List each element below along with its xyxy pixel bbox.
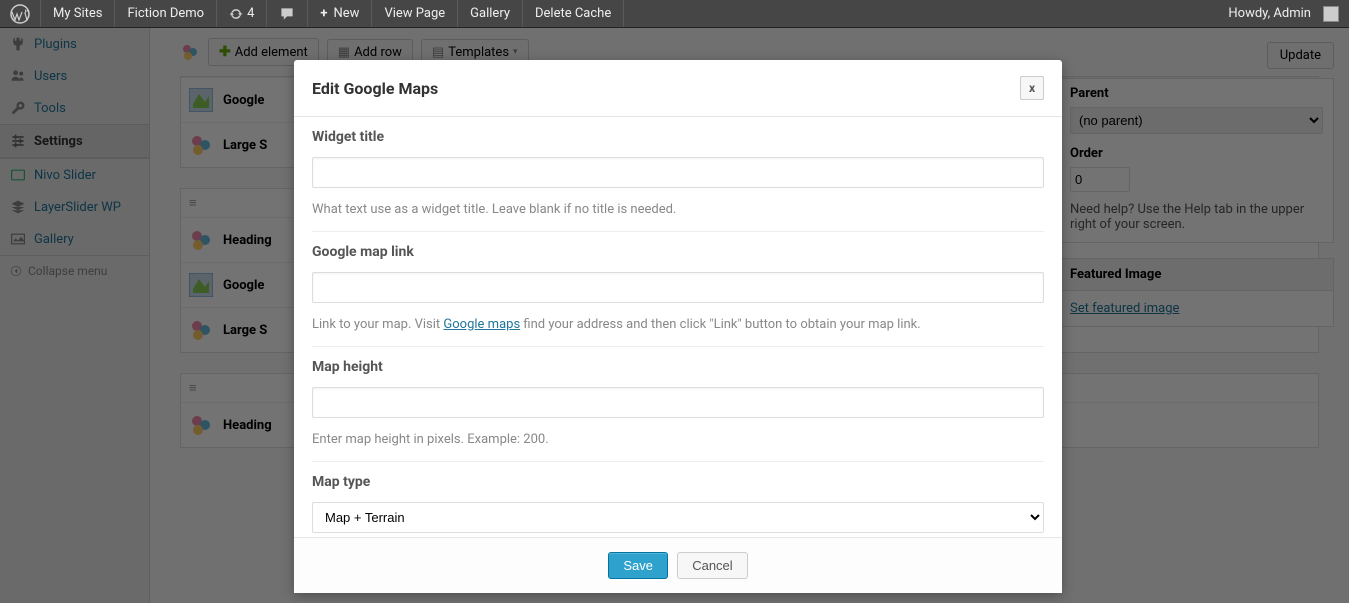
refresh-icon xyxy=(229,7,243,21)
wordpress-icon xyxy=(10,4,30,24)
map-link-field: Google map link Link to your map. Visit … xyxy=(312,244,1044,347)
map-type-field: Map type Map + Terrain Select map type. xyxy=(312,474,1044,537)
widget-title-input[interactable] xyxy=(312,157,1044,188)
modal-title: Edit Google Maps xyxy=(312,79,438,98)
gallery-link[interactable]: Gallery xyxy=(458,0,523,27)
new-link[interactable]: + New xyxy=(308,0,372,27)
admin-bar: My Sites Fiction Demo 4 + New View Page … xyxy=(0,0,1349,28)
field-label: Map height xyxy=(312,359,1044,375)
updates-link[interactable]: 4 xyxy=(217,0,267,27)
save-button[interactable]: Save xyxy=(608,552,668,579)
new-label: New xyxy=(334,6,360,21)
howdy-text: Howdy, Admin xyxy=(1220,6,1319,21)
comments-link[interactable] xyxy=(267,0,308,27)
modal-close-button[interactable]: x xyxy=(1020,76,1044,100)
google-maps-link[interactable]: Google maps xyxy=(443,317,520,332)
cancel-button[interactable]: Cancel xyxy=(677,552,747,579)
map-type-select[interactable]: Map + Terrain xyxy=(312,502,1044,533)
field-label: Google map link xyxy=(312,244,1044,260)
modal-footer: Save Cancel xyxy=(294,537,1062,593)
delete-cache-link[interactable]: Delete Cache xyxy=(523,0,624,27)
desc-pre: Link to your map. Visit xyxy=(312,317,443,332)
admin-bar-right[interactable]: Howdy, Admin xyxy=(1220,0,1349,27)
map-height-field: Map height Enter map height in pixels. E… xyxy=(312,359,1044,462)
desc-post: find your address and then click "Link" … xyxy=(520,317,921,332)
wp-logo[interactable] xyxy=(0,0,41,27)
modal-header: Edit Google Maps x xyxy=(294,60,1062,117)
field-label: Widget title xyxy=(312,129,1044,145)
modal-body: Widget title What text use as a widget t… xyxy=(294,117,1062,537)
view-page-link[interactable]: View Page xyxy=(372,0,458,27)
site-name-link[interactable]: Fiction Demo xyxy=(115,0,217,27)
map-link-input[interactable] xyxy=(312,272,1044,303)
comment-icon xyxy=(279,6,295,22)
field-desc: Enter map height in pixels. Example: 200… xyxy=(312,432,1044,447)
avatar-icon xyxy=(1323,6,1339,22)
field-desc: What text use as a widget title. Leave b… xyxy=(312,202,1044,217)
admin-bar-left: My Sites Fiction Demo 4 + New View Page … xyxy=(0,0,624,27)
my-sites-link[interactable]: My Sites xyxy=(41,0,115,27)
plus-icon: + xyxy=(320,6,327,21)
widget-title-field: Widget title What text use as a widget t… xyxy=(312,129,1044,232)
map-height-input[interactable] xyxy=(312,387,1044,418)
field-label: Map type xyxy=(312,474,1044,490)
updates-count: 4 xyxy=(247,6,254,21)
edit-google-maps-modal: Edit Google Maps x Widget title What tex… xyxy=(294,60,1062,593)
field-desc: Link to your map. Visit Google maps find… xyxy=(312,317,1044,332)
